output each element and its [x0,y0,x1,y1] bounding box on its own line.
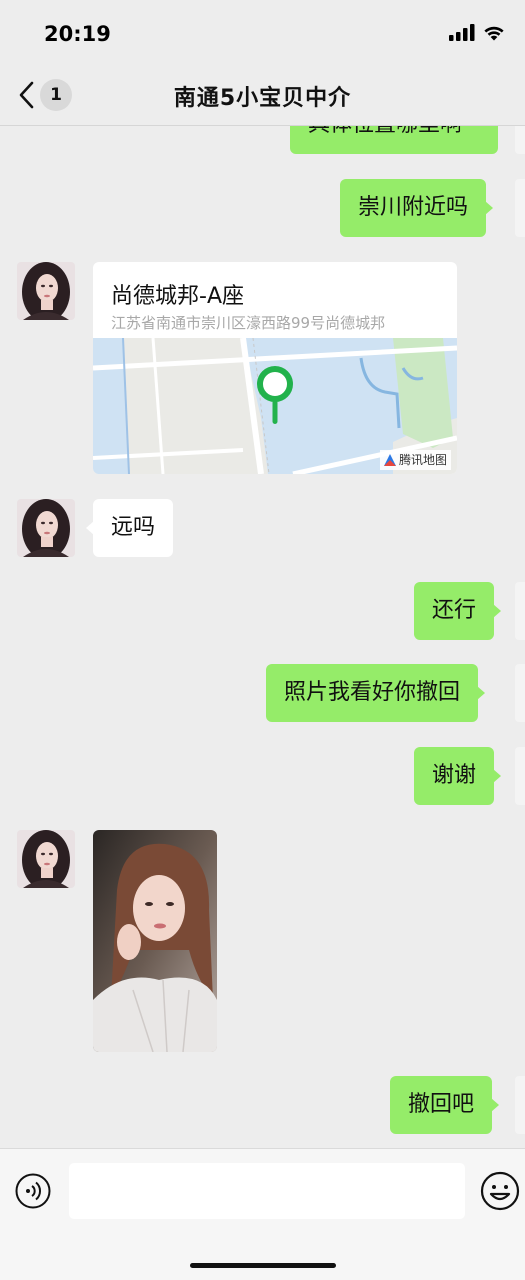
location-address: 江苏省南通市崇川区濠西路99号尚德城邦 [111,314,386,332]
contact-avatar[interactable] [17,499,75,557]
tencent-map-logo-icon [383,454,396,466]
contact-avatar-image [17,262,75,320]
contact-avatar[interactable] [17,262,75,320]
image-message[interactable] [93,830,217,1052]
my-avatar[interactable] [515,664,525,722]
message-list[interactable]: 具体位置哪里啊 崇川附近吗 尚德城邦-A座 江苏省南通市崇川区濠西路99号尚德城… [0,126,525,1148]
outgoing-message[interactable]: 谢谢 [414,747,502,805]
outgoing-message[interactable]: 撤回吧 [390,1076,500,1134]
map-provider-label: 腾讯地图 [398,453,447,467]
emoji-icon [480,1171,520,1211]
map-provider-badge: 腾讯地图 [379,450,451,470]
outgoing-message[interactable]: 照片我看好你撤回 [266,664,486,722]
outgoing-message[interactable]: 具体位置哪里啊 [290,126,498,154]
home-indicator [190,1263,336,1268]
input-bar [0,1148,525,1280]
contact-avatar-image [17,830,75,888]
voice-icon [15,1173,51,1209]
outgoing-message[interactable]: 崇川附近吗 [340,179,494,237]
my-avatar[interactable] [515,126,525,154]
location-name: 尚德城邦-A座 [111,284,244,309]
photo-thumbnail [93,830,217,1052]
status-icons [449,24,505,41]
chat-title[interactable]: 南通5小宝贝中介 [0,80,525,112]
emoji-button[interactable] [480,1171,520,1211]
incoming-message[interactable]: 远吗 [85,499,174,557]
chat-header: 1 南通5小宝贝中介 [0,64,525,126]
outgoing-message[interactable]: 还行 [414,582,502,640]
my-avatar[interactable] [515,582,525,640]
status-bar: 20:19 [0,0,525,64]
location-message[interactable]: 尚德城邦-A座 江苏省南通市崇川区濠西路99号尚德城邦 腾讯地图 [93,262,457,474]
my-avatar[interactable] [515,179,525,237]
voice-button[interactable] [15,1173,51,1209]
my-avatar[interactable] [515,747,525,805]
my-avatar[interactable] [515,1076,525,1134]
status-time: 20:19 [44,22,111,46]
contact-avatar-image [17,499,75,557]
message-input[interactable] [69,1163,465,1219]
wifi-icon [484,26,504,41]
signal-icon [449,24,475,41]
contact-avatar[interactable] [17,830,75,888]
